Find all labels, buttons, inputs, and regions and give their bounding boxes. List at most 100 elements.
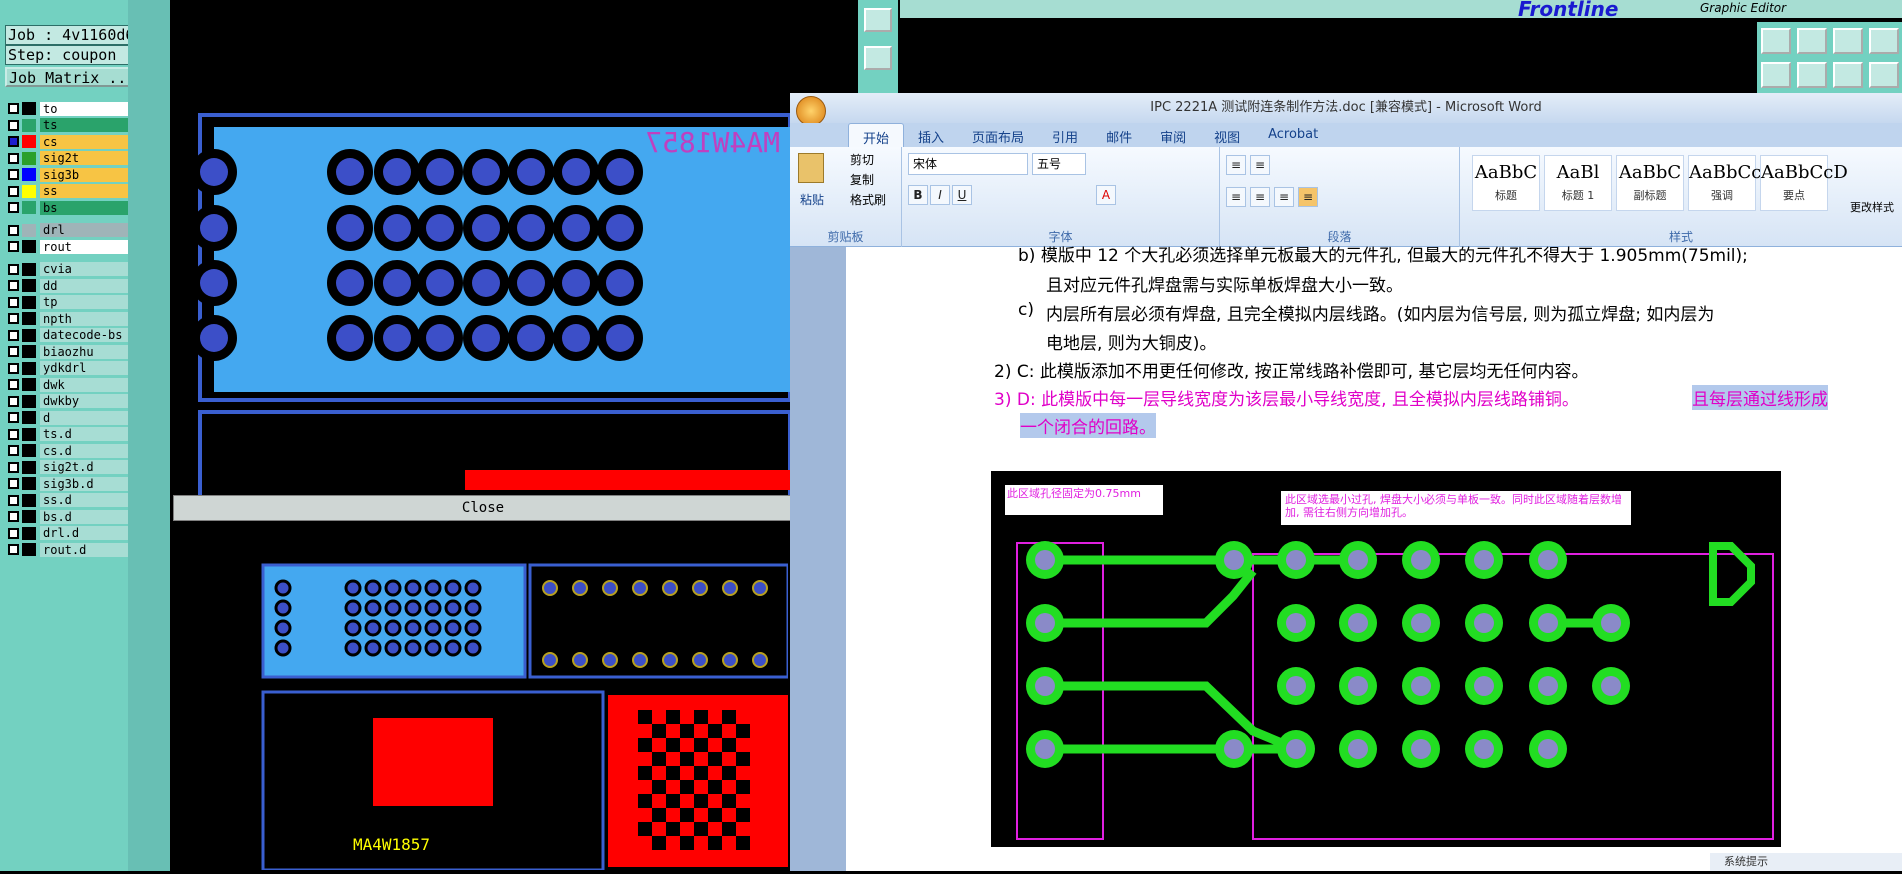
bold-button[interactable]: B	[908, 185, 928, 205]
layer-checkbox[interactable]	[8, 224, 19, 236]
tab-3[interactable]: 引用	[1038, 123, 1092, 147]
font-name-select[interactable]: 宋体	[908, 153, 1028, 175]
layer-checkbox[interactable]	[8, 395, 19, 407]
layer-checkbox[interactable]	[8, 412, 19, 423]
underline-button[interactable]: U	[952, 185, 972, 205]
layer-row[interactable]: cs.d	[8, 443, 146, 458]
layer-row[interactable]: rout	[8, 239, 146, 254]
tool-icon[interactable]	[864, 46, 892, 70]
tab-6[interactable]: 视图	[1200, 123, 1254, 147]
change-styles-button[interactable]: 更改样式	[1850, 199, 1894, 215]
tab-7[interactable]: Acrobat	[1254, 123, 1332, 147]
layer-row[interactable]: sig2t	[8, 151, 146, 166]
tool-icon[interactable]	[1833, 62, 1863, 88]
style-item[interactable]: AaBbC 副标题	[1616, 155, 1684, 211]
tab-5[interactable]: 审阅	[1146, 123, 1200, 147]
format-painter-button[interactable]: 格式刷	[850, 191, 886, 208]
tool-icon[interactable]	[1761, 62, 1791, 88]
layer-checkbox[interactable]	[8, 511, 19, 522]
layer-checkbox[interactable]	[8, 296, 19, 308]
layer-checkbox[interactable]	[8, 103, 19, 114]
layer-row[interactable]: ydkdrl	[8, 361, 146, 376]
layer-checkbox[interactable]	[8, 544, 19, 555]
tab-4[interactable]: 邮件	[1092, 123, 1146, 147]
layer-row[interactable]: dwkby	[8, 394, 146, 409]
align-center-button[interactable]: ≡	[1250, 187, 1270, 207]
layer-row[interactable]: d	[8, 410, 146, 425]
paste-icon[interactable]	[798, 153, 824, 183]
layer-row[interactable]: cvia	[8, 262, 146, 277]
tool-icon[interactable]	[1869, 28, 1899, 54]
font-size-select[interactable]: 五号	[1032, 153, 1086, 175]
layer-checkbox[interactable]	[8, 202, 19, 213]
align-left-button[interactable]: ≡	[1226, 187, 1246, 207]
layer-checkbox[interactable]	[8, 169, 19, 180]
paste-button[interactable]: 粘贴	[800, 191, 824, 208]
layer-row[interactable]: tp	[8, 295, 146, 310]
tab-1[interactable]: 插入	[904, 123, 958, 147]
cut-button[interactable]: 剪切	[850, 151, 874, 168]
layer-row[interactable]: biaozhu	[8, 344, 146, 359]
style-item[interactable]: AaBbCcD 要点	[1760, 155, 1848, 211]
layer-row[interactable]: to	[8, 101, 146, 116]
layer-row[interactable]: rout.d	[8, 542, 146, 557]
layer-row[interactable]: ss	[8, 184, 146, 199]
bullets-button[interactable]: ≡	[1226, 155, 1246, 175]
layer-row[interactable]: sig3b	[8, 167, 146, 182]
layer-checkbox[interactable]	[8, 241, 19, 252]
layer-checkbox[interactable]	[8, 445, 19, 456]
close-button[interactable]: Close	[173, 495, 793, 521]
layer-row[interactable]: ss.d	[8, 493, 146, 508]
layer-row[interactable]: npth	[8, 311, 146, 326]
tool-icon[interactable]	[864, 8, 892, 32]
style-item[interactable]: AaBl 标题 1	[1544, 155, 1612, 211]
checker-cell	[666, 766, 680, 780]
layer-checkbox[interactable]	[8, 379, 19, 390]
layer-row[interactable]: drl	[8, 223, 146, 238]
layer-checkbox[interactable]	[8, 263, 19, 275]
layer-row[interactable]: dd	[8, 278, 146, 293]
tool-icon[interactable]	[1797, 62, 1827, 88]
tool-icon[interactable]	[1797, 28, 1827, 54]
layer-checkbox[interactable]	[8, 313, 19, 324]
layer-checkbox[interactable]	[8, 362, 19, 374]
layer-row[interactable]: ts	[8, 118, 146, 133]
justify-button[interactable]: ≡	[1298, 187, 1318, 207]
numbering-button[interactable]: ≡	[1250, 155, 1270, 175]
layer-row[interactable]: cs	[8, 134, 146, 149]
layer-row[interactable]: bs	[8, 200, 146, 215]
document-page[interactable]: b) 模版中 12 个大孔必须选择单元板最大的元件孔, 但最大的元件孔不得大于 …	[846, 246, 1902, 871]
layer-checkbox[interactable]	[8, 119, 19, 131]
layer-checkbox[interactable]	[8, 280, 19, 291]
style-name: 要点	[1783, 189, 1805, 202]
style-item[interactable]: AaBbCcDd 强调	[1688, 155, 1787, 211]
tool-icon[interactable]	[1833, 28, 1863, 54]
font-color-button[interactable]: A	[1096, 185, 1116, 205]
tool-icon[interactable]	[1761, 28, 1791, 54]
layer-row[interactable]: ts.d	[8, 427, 146, 442]
layer-checkbox[interactable]	[8, 152, 19, 164]
style-item[interactable]: AaBbC 标题	[1472, 155, 1540, 211]
italic-button[interactable]: I	[930, 185, 950, 205]
layer-row[interactable]: datecode-bs	[8, 328, 146, 343]
layer-checkbox[interactable]	[8, 461, 19, 473]
layer-checkbox[interactable]	[8, 136, 19, 147]
layer-row[interactable]: bs.d	[8, 509, 146, 524]
layer-row[interactable]: sig2t.d	[8, 460, 146, 475]
layer-checkbox[interactable]	[8, 478, 19, 489]
layer-checkbox[interactable]	[8, 346, 19, 357]
layer-checkbox[interactable]	[8, 527, 19, 539]
tool-icon[interactable]	[1869, 62, 1899, 88]
layer-row[interactable]: sig3b.d	[8, 476, 146, 491]
tab-2[interactable]: 页面布局	[958, 123, 1038, 147]
tab-0[interactable]: 开始	[848, 123, 905, 147]
layer-checkbox[interactable]	[8, 428, 19, 440]
layer-checkbox[interactable]	[8, 494, 19, 506]
layer-checkbox[interactable]	[8, 185, 19, 197]
layer-row[interactable]: dwk	[8, 377, 146, 392]
layer-row[interactable]: drl.d	[8, 526, 146, 541]
copy-button[interactable]: 复制	[850, 171, 874, 188]
layer-checkbox[interactable]	[8, 329, 19, 341]
office-button[interactable]	[796, 96, 826, 126]
align-right-button[interactable]: ≡	[1274, 187, 1294, 207]
